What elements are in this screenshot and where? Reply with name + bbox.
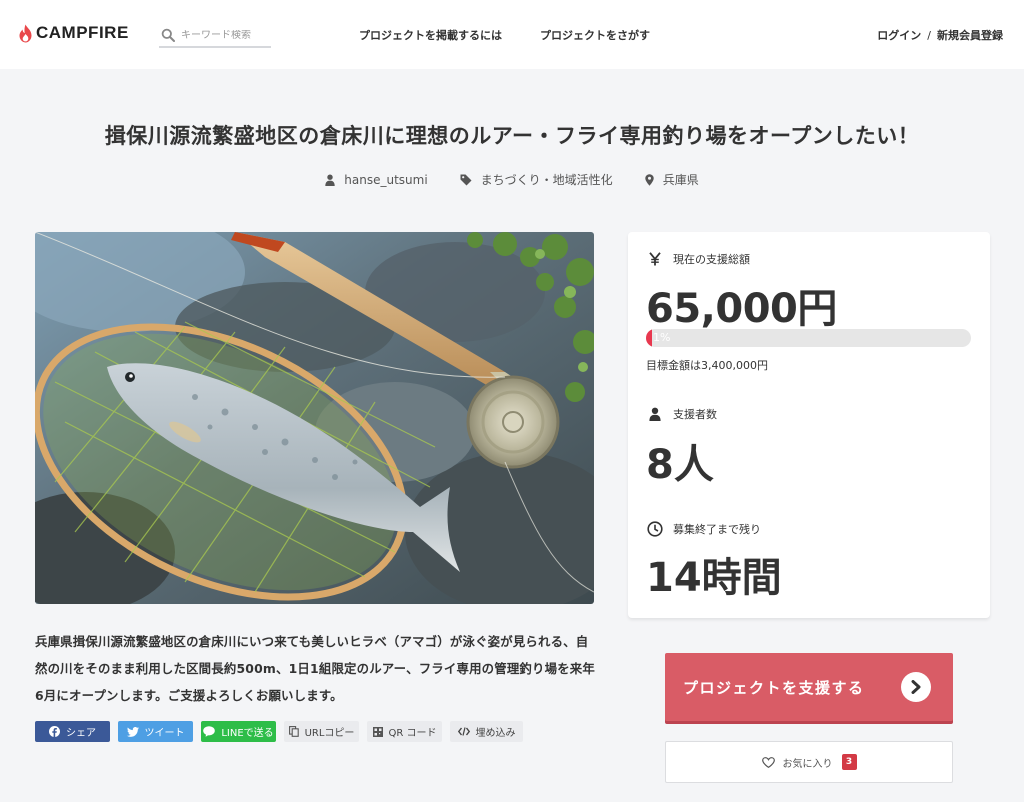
qr-code-icon — [372, 726, 383, 737]
brand-name: CAMPFIRE — [36, 23, 129, 42]
embed-label: 埋め込み — [475, 728, 516, 739]
user-icon — [325, 174, 335, 186]
share-facebook-button[interactable]: シェア — [35, 721, 110, 742]
heart-icon — [761, 756, 775, 768]
share-line-label: LINEで送る — [221, 728, 274, 739]
share-line-button[interactable]: LINEで送る — [201, 721, 276, 742]
favorite-label: お気に入り — [782, 758, 833, 770]
map-pin-icon — [644, 173, 654, 186]
project-meta: hanse_utsumi まちづくり・地域活性化 兵庫県 — [0, 171, 1024, 188]
support-project-button[interactable]: プロジェクトを支援する — [665, 653, 953, 721]
login-link[interactable]: ログイン — [877, 29, 921, 42]
goal-amount: 目標金額は3,400,000円 — [646, 359, 768, 372]
category-name: まちづくり・地域活性化 — [480, 173, 613, 187]
amount-label-row: 現在の支援総額 — [646, 251, 750, 267]
campfire-logo[interactable]: CAMPFIRE — [18, 23, 129, 43]
remaining-label: 募集終了まで残り — [673, 523, 761, 536]
project-owner[interactable]: hanse_utsumi — [325, 172, 428, 187]
share-twitter-label: ツイート — [144, 728, 185, 739]
share-twitter-button[interactable]: ツイート — [118, 721, 193, 742]
progress-fill — [646, 329, 653, 347]
search-box — [159, 24, 271, 48]
flame-icon — [19, 24, 32, 42]
nav-post-project-link[interactable]: プロジェクトを掲載するには — [359, 27, 502, 43]
embed-button[interactable]: 埋め込み — [450, 721, 523, 742]
signup-link[interactable]: 新規会員登録 — [937, 29, 1003, 42]
project-location[interactable]: 兵庫県 — [644, 171, 699, 188]
copy-url-button[interactable]: URLコピー — [284, 721, 359, 742]
search-icon[interactable] — [161, 28, 175, 42]
auth-links: ログイン / 新規会員登録 — [877, 27, 1003, 43]
funding-stats-card: 現在の支援総額 65,000円 1% 目標金額は3,400,000円 支援者数 … — [628, 232, 990, 618]
copy-icon — [288, 726, 299, 737]
favorite-button[interactable]: お気に入り 3 — [665, 741, 953, 783]
progress-percent: 1% — [653, 331, 671, 344]
owner-name: hanse_utsumi — [344, 172, 428, 187]
funding-progress-bar: 1% — [646, 329, 971, 347]
copy-url-label: URLコピー — [304, 728, 355, 739]
backers-label: 支援者数 — [673, 408, 717, 421]
nav-find-project-link[interactable]: プロジェクトをさがす — [540, 27, 650, 43]
amount-label: 現在の支援総額 — [673, 253, 750, 266]
project-description: 兵庫県揖保川源流繁盛地区の倉床川にいつ来ても美しいヒラベ（アマゴ）が泳ぐ姿が見ら… — [35, 634, 595, 703]
clock-icon — [646, 521, 664, 537]
qr-code-button[interactable]: QR コード — [367, 721, 442, 742]
backers-label-row: 支援者数 — [646, 406, 717, 422]
backers-count: 8人 — [646, 442, 714, 488]
location-name: 兵庫県 — [662, 173, 699, 187]
site-header: CAMPFIRE プロジェクトを掲載するには プロジェクトをさがす ログイン / 新… — [0, 0, 1024, 69]
yen-icon — [646, 252, 664, 266]
user-icon — [646, 407, 664, 421]
facebook-icon — [49, 726, 60, 737]
code-icon — [457, 727, 470, 736]
auth-separator: / — [927, 29, 931, 42]
line-icon — [203, 726, 216, 737]
project-title: 揖保川源流繁盛地区の倉床川に理想のルアー・フライ専用釣り場をオープンしたい！ — [104, 124, 920, 148]
share-facebook-label: シェア — [66, 728, 96, 739]
twitter-icon — [126, 726, 139, 737]
remaining-time: 14時間 — [646, 555, 782, 601]
current-amount: 65,000円 — [646, 286, 837, 332]
remaining-label-row: 募集終了まで残り — [646, 521, 761, 537]
tag-icon — [460, 174, 472, 185]
qr-code-label: QR コード — [388, 728, 437, 739]
support-project-label: プロジェクトを支援する — [683, 679, 865, 697]
search-input[interactable] — [181, 29, 269, 41]
favorite-count-badge: 3 — [841, 754, 857, 770]
chevron-right-icon — [901, 672, 931, 702]
project-main-image[interactable] — [35, 232, 594, 604]
project-category[interactable]: まちづくり・地域活性化 — [460, 171, 613, 188]
